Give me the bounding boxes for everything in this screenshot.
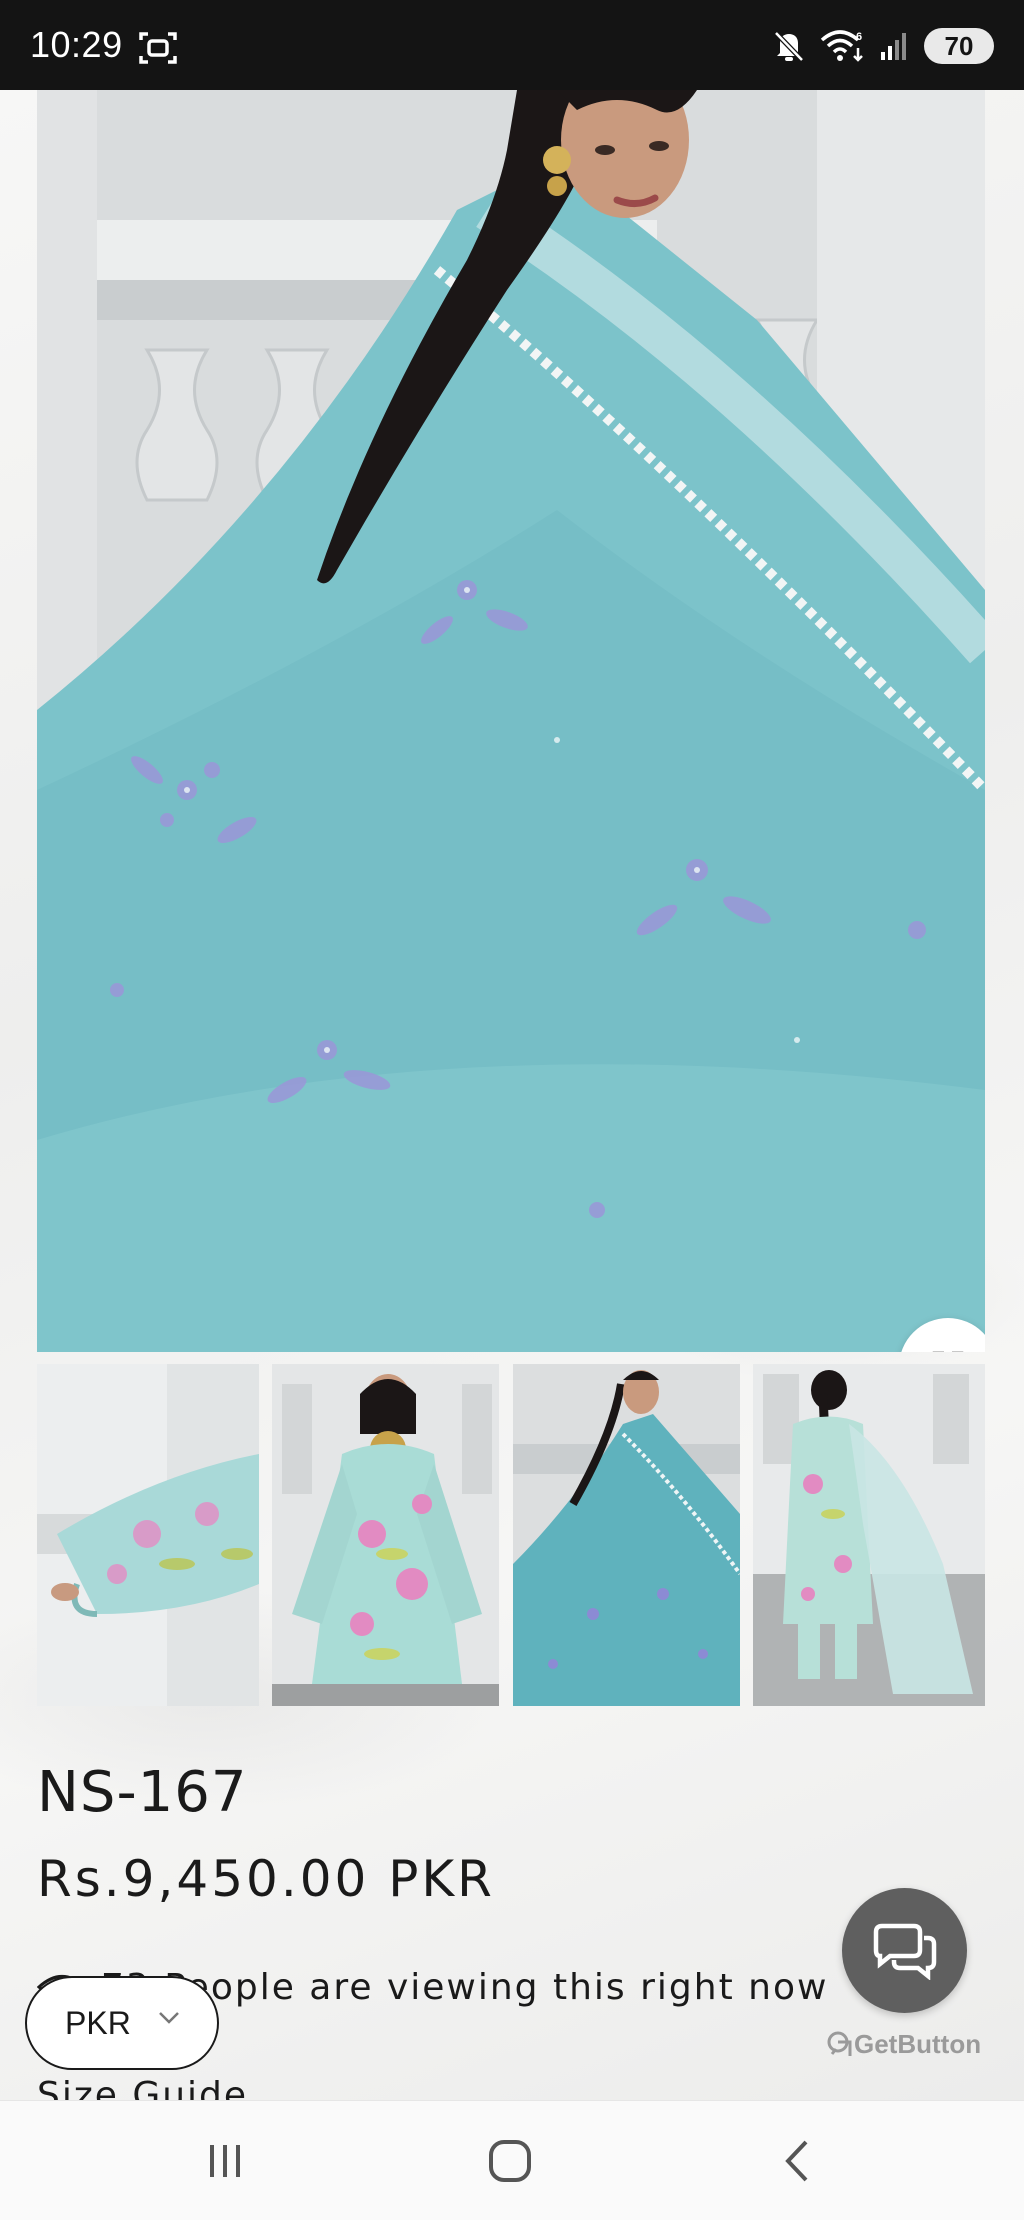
status-bar: 10:29 6 70 (0, 0, 1024, 90)
recent-apps-button[interactable] (125, 2101, 325, 2220)
navigation-bar (0, 2100, 1024, 2220)
getbutton-label: GetButton (854, 2028, 982, 2059)
thumbnail-image (37, 1364, 259, 1706)
thumbnail-image (753, 1364, 985, 1706)
screenshot-icon (139, 32, 177, 64)
wifi-icon: 6 (820, 30, 863, 62)
getbutton-branding[interactable]: GetButton (826, 2028, 981, 2060)
thumbnail-strip (37, 1364, 985, 1706)
product-price: Rs.9,450.00 PKR (37, 1850, 495, 1908)
home-icon (489, 2139, 531, 2182)
chat-button[interactable] (842, 1888, 967, 2013)
recent-apps-icon (210, 2144, 240, 2177)
thumbnail-image (513, 1364, 740, 1706)
status-icons: 6 70 (772, 26, 994, 66)
thumbnail-image (272, 1364, 499, 1706)
currency-selector[interactable]: PKR (25, 1976, 219, 2070)
product-title: NS-167 (37, 1760, 248, 1825)
signal-icon (881, 33, 906, 60)
thumbnail-back-view[interactable] (753, 1364, 985, 1706)
chat-icon (873, 1923, 936, 1980)
svg-text:6: 6 (856, 31, 862, 43)
battery-indicator: 70 (924, 28, 994, 64)
back-button[interactable] (697, 2101, 897, 2220)
product-photo (37, 90, 985, 1352)
chevron-down-icon (159, 2012, 179, 2024)
status-time: 10:29 (30, 24, 123, 65)
expand-icon (932, 1351, 964, 1352)
home-button[interactable] (410, 2101, 610, 2220)
thumbnail-dupatta-view[interactable] (513, 1364, 740, 1706)
currency-value: PKR (65, 2004, 131, 2041)
product-main-image[interactable] (37, 90, 985, 1352)
thumbnail-front-view[interactable] (272, 1364, 499, 1706)
getbutton-logo-icon (827, 2031, 852, 2056)
thumbnail-sleeve-detail[interactable] (37, 1364, 259, 1706)
mute-icon (774, 31, 804, 62)
back-icon (785, 2140, 808, 2181)
